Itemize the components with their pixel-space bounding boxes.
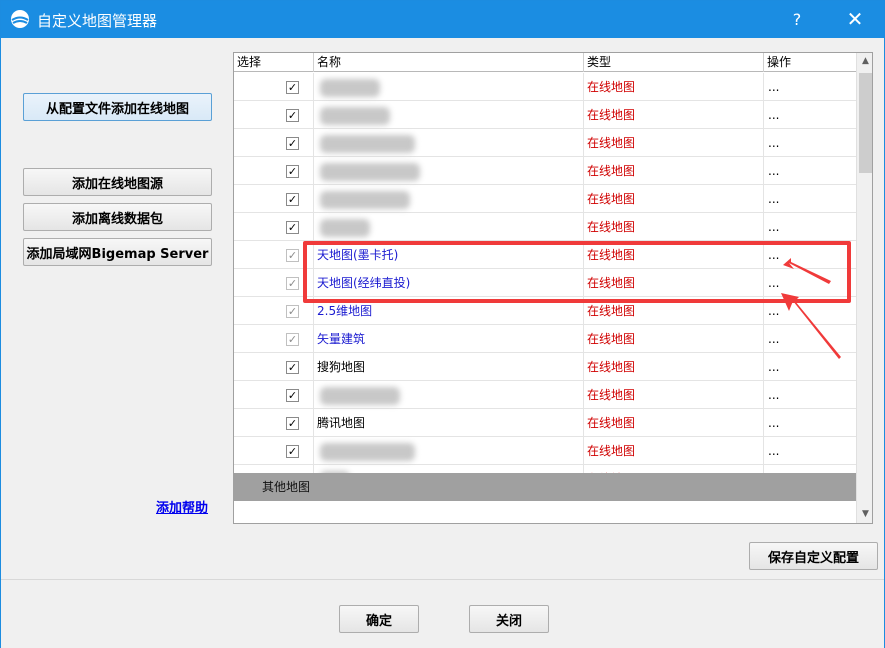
select-cell: ✓ — [234, 381, 314, 409]
row-action-button[interactable]: ... — [764, 381, 856, 409]
map-name-cell — [314, 129, 584, 157]
vertical-scrollbar[interactable]: ▲ ▼ — [856, 53, 872, 523]
select-cell: ✓ — [234, 73, 314, 101]
table-header: 选择 名称 类型 操作 — [234, 53, 856, 72]
close-window-button[interactable]: ✕ — [833, 1, 877, 38]
column-header-select[interactable]: 选择 — [234, 53, 314, 72]
map-type-cell: 在线地图 — [584, 325, 764, 353]
table-row[interactable]: ✓ 在线地图... — [234, 157, 856, 185]
row-action-button[interactable]: ... — [764, 101, 856, 129]
window-title: 自定义地图管理器 — [37, 12, 158, 30]
map-name-cell: 搜狗地图 — [314, 353, 584, 381]
add-help-link[interactable]: 添加帮助 — [156, 497, 208, 516]
row-action-button[interactable]: ... — [764, 73, 856, 101]
select-cell: ✓ — [234, 353, 314, 381]
row-action-button[interactable]: ... — [764, 437, 856, 465]
map-name-cell — [314, 101, 584, 129]
row-checkbox[interactable]: ✓ — [286, 109, 299, 122]
row-checkbox[interactable]: ✓ — [286, 417, 299, 430]
group-row-other-maps[interactable]: 其他地图 — [234, 473, 856, 501]
help-button[interactable]: ? — [775, 1, 819, 38]
row-checkbox[interactable]: ✓ — [286, 221, 299, 234]
save-custom-config-button[interactable]: 保存自定义配置 — [749, 542, 878, 570]
map-type-cell: 在线地图 — [584, 437, 764, 465]
map-name-cell — [314, 213, 584, 241]
select-cell: ✓ — [234, 297, 314, 325]
row-checkbox: ✓ — [286, 277, 299, 290]
column-header-action[interactable]: 操作 — [764, 53, 856, 72]
map-type-cell: 在线地图 — [584, 73, 764, 101]
select-cell: ✓ — [234, 101, 314, 129]
select-cell: ✓ — [234, 213, 314, 241]
row-checkbox[interactable]: ✓ — [286, 389, 299, 402]
map-name-cell: 矢量建筑 — [314, 325, 584, 353]
row-action-button[interactable]: ... — [764, 185, 856, 213]
column-header-type[interactable]: 类型 — [584, 53, 764, 72]
map-name-cell — [314, 185, 584, 213]
map-type-cell: 在线地图 — [584, 381, 764, 409]
custom-map-manager-window: 自定义地图管理器 ? ✕ 从配置文件添加在线地图 添加在线地图源 添加离线数据包… — [0, 0, 885, 648]
column-header-name[interactable]: 名称 — [314, 53, 584, 72]
map-name-cell: 腾讯地图 — [314, 409, 584, 437]
select-cell: ✓ — [234, 409, 314, 437]
add-from-config-button[interactable]: 从配置文件添加在线地图 — [23, 93, 212, 121]
row-checkbox[interactable]: ✓ — [286, 193, 299, 206]
table-row[interactable]: ✓ 在线地图... — [234, 101, 856, 129]
map-name-cell — [314, 73, 584, 101]
map-name-cell — [314, 381, 584, 409]
map-name-cell — [314, 157, 584, 185]
map-type-cell: 在线地图 — [584, 185, 764, 213]
row-action-button[interactable]: ... — [764, 213, 856, 241]
row-checkbox: ✓ — [286, 305, 299, 318]
select-cell: ✓ — [234, 157, 314, 185]
row-checkbox[interactable]: ✓ — [286, 445, 299, 458]
map-type-cell: 在线地图 — [584, 353, 764, 381]
select-cell: ✓ — [234, 325, 314, 353]
map-type-cell: 在线地图 — [584, 101, 764, 129]
row-action-button[interactable]: ... — [764, 157, 856, 185]
annotation-arrows-icon — [781, 258, 841, 359]
table-row[interactable]: ✓ 在线地图... — [234, 381, 856, 409]
map-type-cell: 在线地图 — [584, 213, 764, 241]
add-lan-server-button[interactable]: 添加局域网Bigemap Server — [23, 238, 212, 266]
map-type-cell: 在线地图 — [584, 409, 764, 437]
select-cell: ✓ — [234, 269, 314, 297]
scroll-down-icon[interactable]: ▼ — [857, 506, 872, 523]
select-cell: ✓ — [234, 129, 314, 157]
row-action-button[interactable]: ... — [764, 129, 856, 157]
close-button[interactable]: 关闭 — [469, 605, 549, 633]
row-checkbox: ✓ — [286, 333, 299, 346]
table-row[interactable]: ✓ 在线地图... — [234, 73, 856, 101]
scroll-thumb[interactable] — [859, 73, 872, 173]
footer-bar: 确定 关闭 — [1, 579, 884, 648]
row-action-button[interactable]: ... — [764, 409, 856, 437]
table-row[interactable]: ✓ 在线地图... — [234, 437, 856, 465]
table-row[interactable]: ✓ 在线地图... — [234, 185, 856, 213]
table-row[interactable]: ✓ 在线地图... — [234, 213, 856, 241]
row-checkbox[interactable]: ✓ — [286, 137, 299, 150]
row-checkbox[interactable]: ✓ — [286, 361, 299, 374]
map-type-cell: 在线地图 — [584, 129, 764, 157]
table-row[interactable]: ✓ 在线地图... — [234, 129, 856, 157]
group-label: 其他地图 — [262, 480, 311, 494]
row-checkbox[interactable]: ✓ — [286, 165, 299, 178]
app-logo-icon — [11, 10, 29, 28]
select-cell: ✓ — [234, 241, 314, 269]
select-cell: ✓ — [234, 437, 314, 465]
row-checkbox[interactable]: ✓ — [286, 81, 299, 94]
dialog-content: 从配置文件添加在线地图 添加在线地图源 添加离线数据包 添加局域网Bigemap… — [1, 38, 884, 578]
add-offline-package-button[interactable]: 添加离线数据包 — [23, 203, 212, 231]
ok-button[interactable]: 确定 — [339, 605, 419, 633]
title-bar: 自定义地图管理器 ? ✕ — [1, 1, 884, 38]
map-name-cell — [314, 437, 584, 465]
row-checkbox: ✓ — [286, 249, 299, 262]
add-online-source-button[interactable]: 添加在线地图源 — [23, 168, 212, 196]
select-cell: ✓ — [234, 185, 314, 213]
table-row[interactable]: ✓ 腾讯地图 在线地图... — [234, 409, 856, 437]
scroll-up-icon[interactable]: ▲ — [857, 53, 872, 70]
map-type-cell: 在线地图 — [584, 157, 764, 185]
